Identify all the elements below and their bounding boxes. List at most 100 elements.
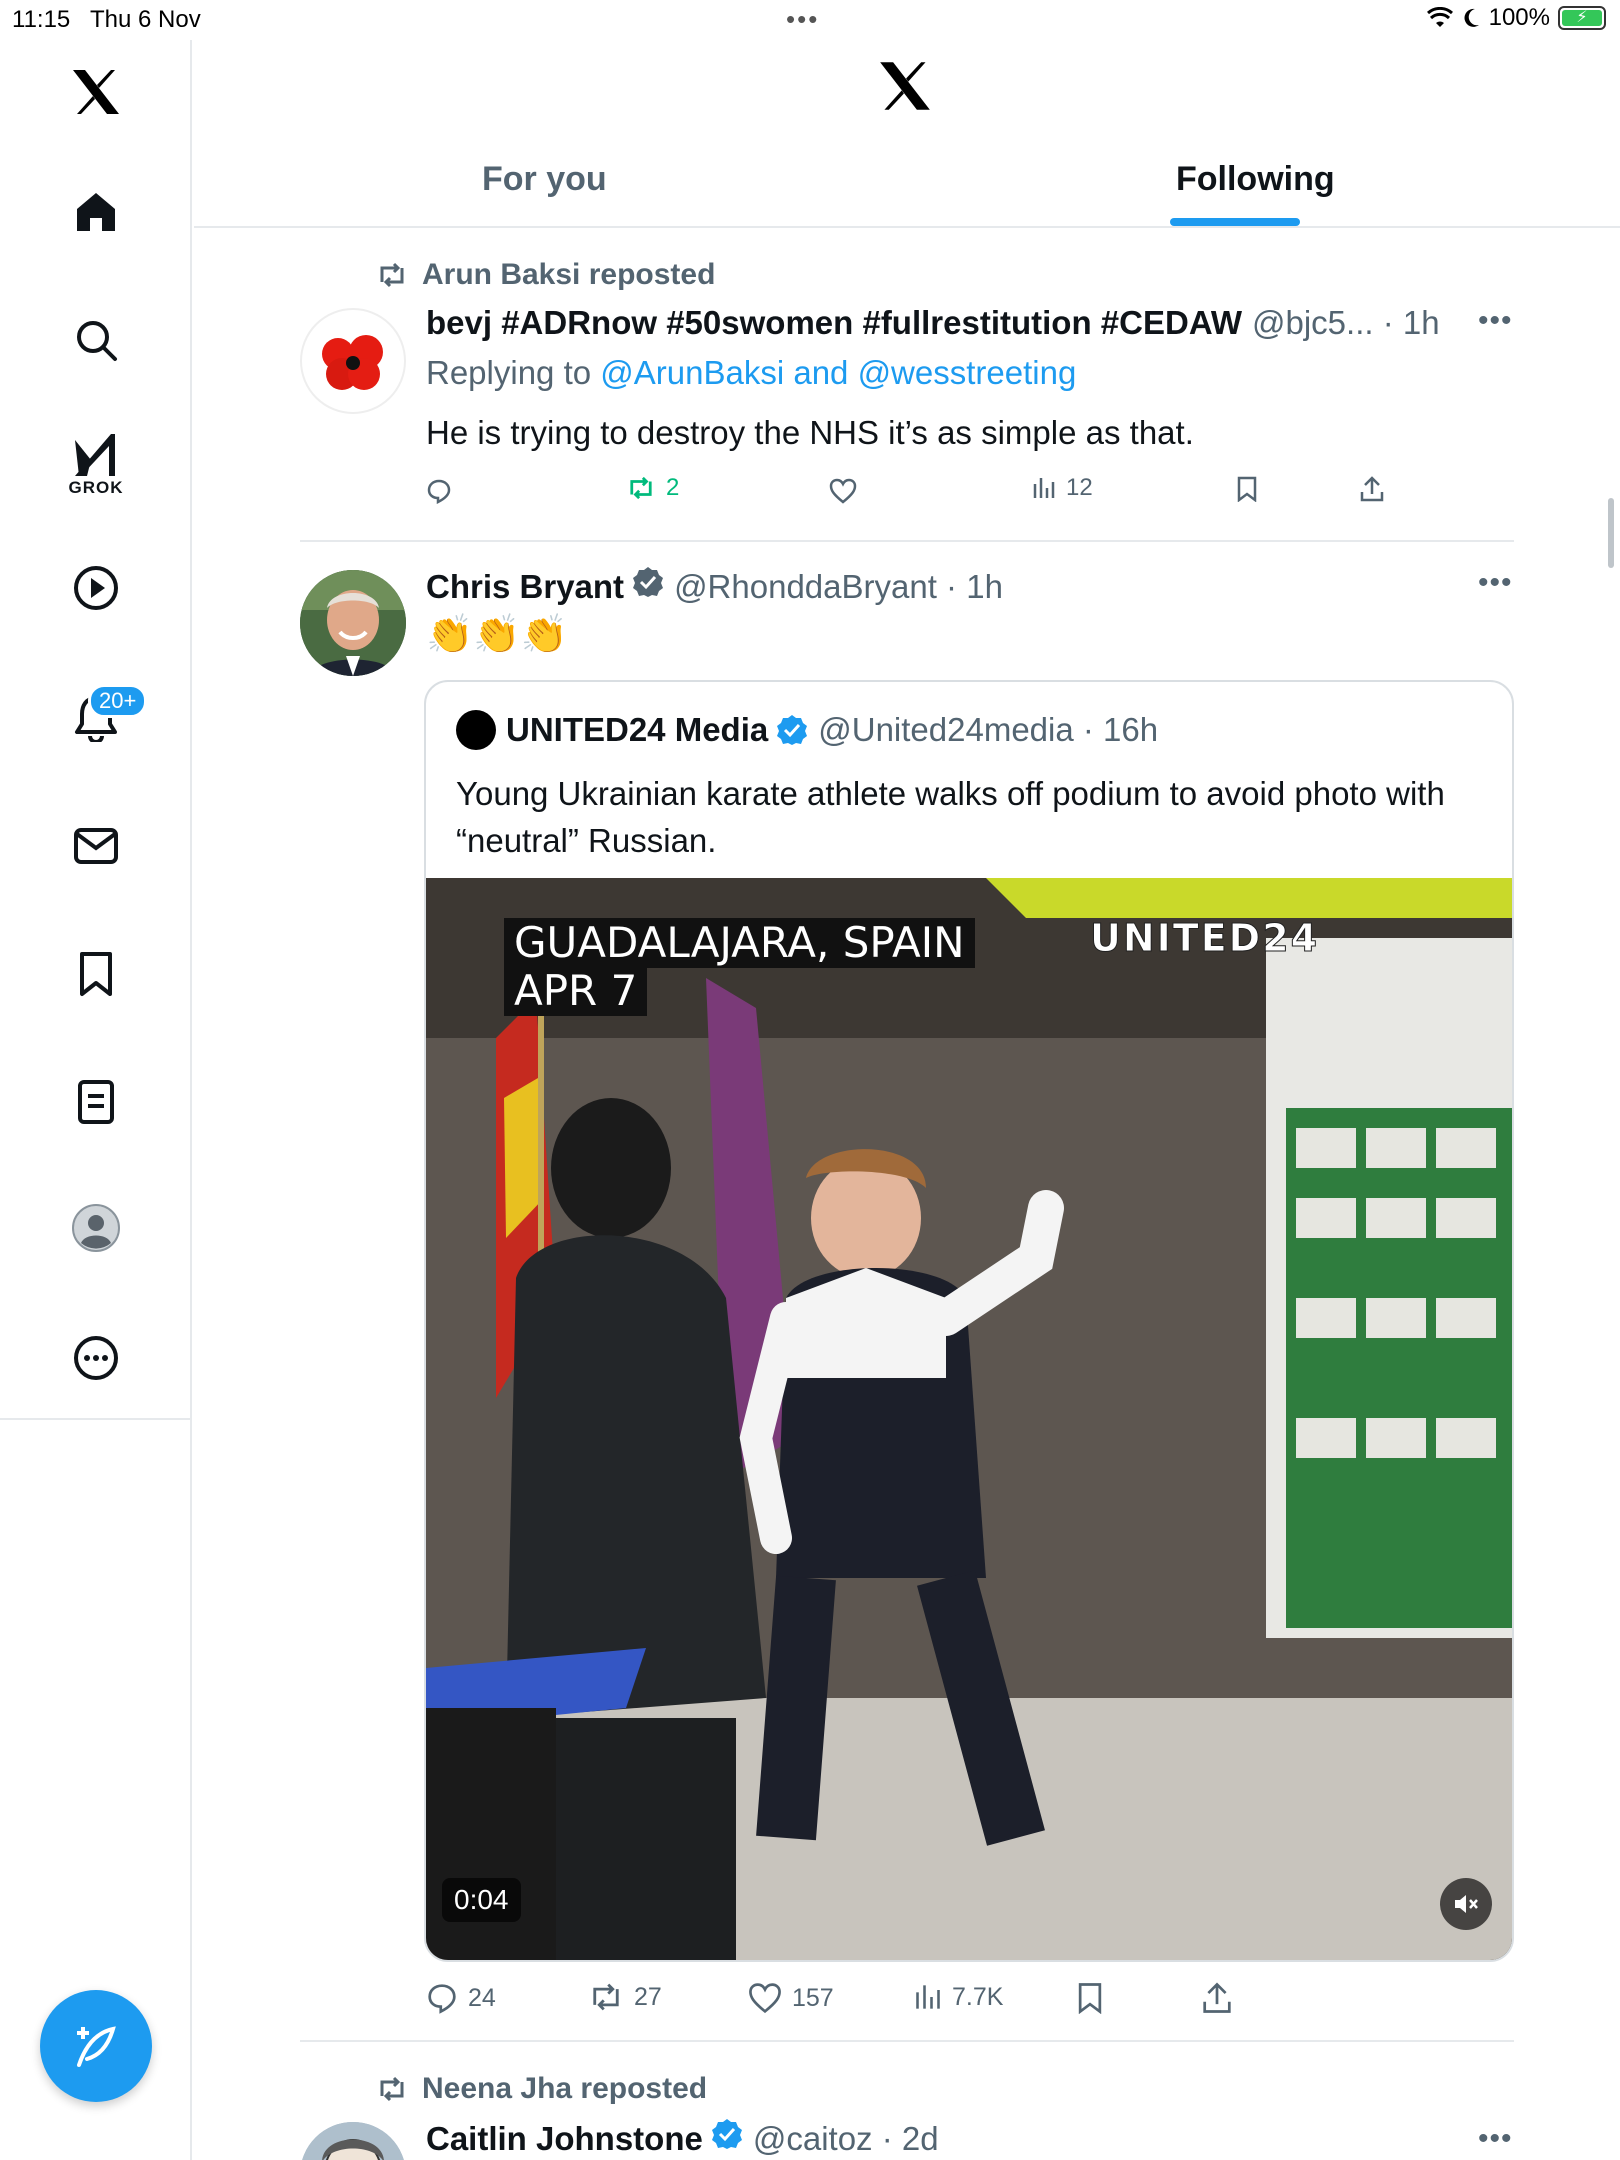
scrollbar[interactable] [1608,498,1614,568]
tweet-header: Chris Bryant @RhonddaBryant · 1h [426,566,1003,606]
verified-badge-icon [711,2119,742,2149]
author-name[interactable]: Caitlin Johnstone [426,2120,703,2158]
sidebar-nav: GROK 20+ [0,40,192,1420]
battery-percent: 100% [1488,4,1550,31]
speaker-muted-icon [1455,1895,1478,1913]
author-name[interactable]: Chris Bryant [426,568,624,606]
more-options-icon[interactable]: ••• [1478,2122,1513,2156]
avatar[interactable] [300,2122,406,2160]
home-icon[interactable] [66,182,126,242]
like-button[interactable] [829,478,867,504]
bookmark-icon [1078,1983,1102,2014]
bookmark-icon [1237,476,1257,502]
messages-envelope-icon[interactable] [66,816,126,876]
reply-button[interactable] [426,478,462,504]
profile-avatar-icon[interactable] [66,1198,126,1258]
avatar[interactable] [300,308,406,414]
like-button[interactable]: 157 [748,1982,834,2014]
quote-author-name[interactable]: UNITED24 Media [506,711,768,749]
wifi-icon [1426,7,1453,27]
tweet-divider [300,540,1514,542]
repost-icon [630,476,652,500]
author-name[interactable]: bevj #ADRnow #50swomen #fullrestitution … [426,304,1242,342]
reply-icon [427,479,451,504]
battery-icon: ⚡ [1558,6,1606,30]
x-logo-icon[interactable] [878,60,932,117]
repost-count: 2 [666,474,680,501]
grok-icon[interactable] [66,424,126,484]
poppy-avatar-icon [303,311,403,411]
mute-button[interactable] [1440,1878,1492,1930]
verified-badge-icon [777,715,808,745]
more-options-icon[interactable]: ••• [1478,304,1513,338]
author-handle[interactable]: @caitoz · 2d [753,2120,939,2158]
quote-text: Young Ukrainian karate athlete walks off… [456,775,1445,859]
chris-bryant-avatar [300,570,406,676]
share-button[interactable] [1202,1982,1232,2014]
author-handle[interactable]: @RhonddaBryant · 1h [674,568,1003,606]
heart-icon [749,1983,781,2014]
author-handle[interactable]: @bjc5... · 1h [1252,304,1440,342]
repost-by-label: Neena Jha reposted [422,2072,708,2105]
share-icon [1360,476,1384,502]
share-icon [1203,1982,1231,2013]
multitasking-dots-icon[interactable]: ••• [786,4,819,35]
bookmark-button[interactable] [1076,1982,1104,2014]
status-time: 11:15 [12,6,71,33]
views-button[interactable]: 12 [1032,474,1093,502]
replying-to: Replying to @ArunBaksi and @wesstreeting [426,354,1076,392]
like-count: 157 [792,1983,834,2012]
replying-to-label: Replying to [426,354,601,391]
repost-indicator: Arun Baksi reposted [376,258,715,292]
quoted-tweet[interactable]: UNITED24 Media @United24media · 16h Youn… [424,680,1514,1962]
video-date-overlay: APR 7 [504,966,648,1016]
moon-icon [1464,8,1479,27]
heart-icon [829,478,857,504]
compose-feather-icon [77,2026,116,2067]
grok-label: GROK [68,478,124,497]
quote-author-handle[interactable]: @United24media · 16h [818,711,1158,749]
repost-indicator: Neena Jha reposted [376,2072,707,2106]
active-tab-indicator [1170,218,1300,226]
repost-button[interactable]: 27 [588,1982,662,2012]
caitlin-avatar [300,2122,406,2160]
repost-icon [593,1983,619,2011]
video-location-overlay: GUADALAJARA, SPAIN [504,918,975,968]
repost-icon [380,2076,404,2102]
repost-icon [380,262,404,288]
video-brand-overlay: UNITED24 [1089,916,1320,961]
more-options-icon[interactable]: ••• [1478,566,1513,600]
x-logo-icon[interactable] [66,62,126,122]
tweet-divider [300,2040,1514,2042]
views-chart-icon [1033,478,1055,498]
tweet-text: He is trying to destroy the NHS it’s as … [426,414,1194,451]
tab-for-you[interactable]: For you [482,160,607,199]
bookmark-button[interactable] [1236,476,1258,502]
avatar[interactable] [300,570,406,676]
tweet-header: Caitlin Johnstone @caitoz · 2d [426,2118,939,2158]
views-count: 7.7K [952,1982,1004,2011]
status-right: 100% ⚡ [1426,4,1606,32]
replying-to-links[interactable]: @ArunBaksi and @wesstreeting [600,354,1076,391]
compose-post-button[interactable] [40,1990,152,2102]
tab-following[interactable]: Following [1176,160,1335,199]
quote-header: UNITED24 Media @United24media · 16h [456,710,1158,750]
repost-button[interactable]: 2 [626,474,679,502]
views-button[interactable]: 7.7K [914,1982,1003,2012]
video-frame-image [426,878,1512,1960]
verified-badge-icon [633,567,664,597]
share-button[interactable] [1360,476,1384,502]
views-chart-icon [916,1985,940,2009]
video-player[interactable]: GUADALAJARA, SPAIN APR 7 UNITED24 0:04 [426,878,1512,1960]
reply-count: 24 [468,1983,496,2012]
bookmarks-icon[interactable] [66,944,126,1004]
search-icon[interactable] [66,310,126,370]
video-duration: 0:04 [442,1878,521,1922]
more-options-icon[interactable] [66,1328,126,1388]
tweet-text: 👏👏👏 [426,614,568,656]
video-play-icon[interactable] [66,558,126,618]
lists-icon[interactable] [66,1072,126,1132]
notifications-badge: 20+ [88,684,148,718]
status-bar: 11:15 Thu 6 Nov ••• 100% ⚡ [0,0,1620,40]
reply-button[interactable]: 24 [426,1982,496,2014]
